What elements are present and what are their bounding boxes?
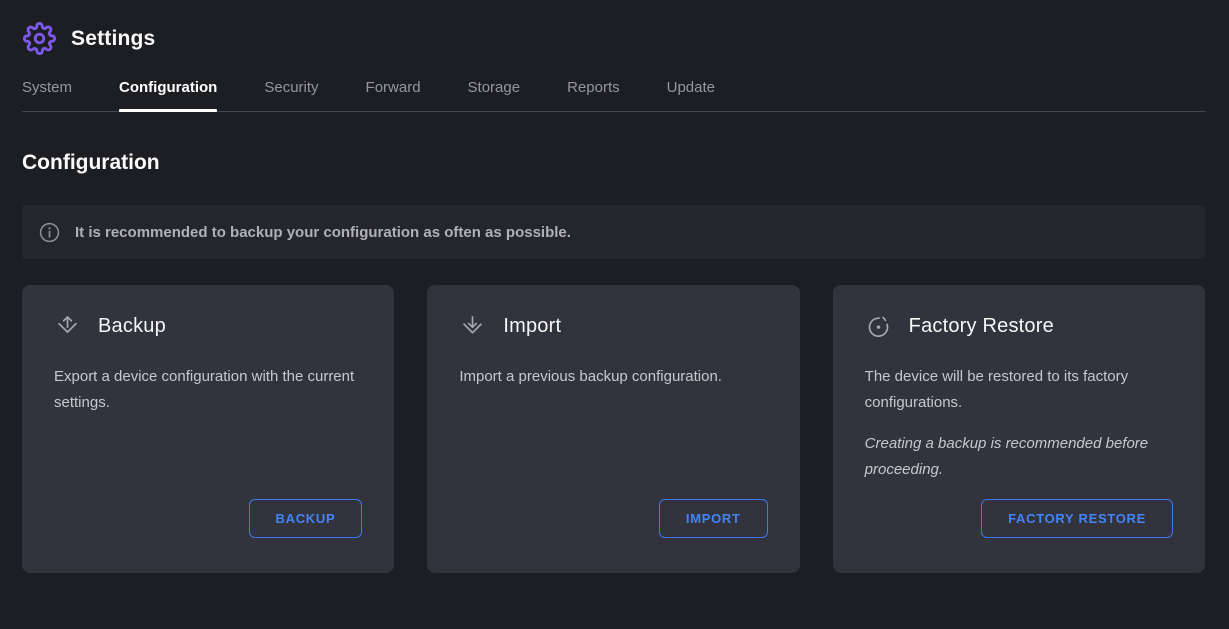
settings-gear-icon [22, 22, 56, 56]
import-card: Import Import a previous backup configur… [427, 285, 799, 573]
app-header: Settings [0, 0, 1229, 62]
page-title: Settings [71, 27, 155, 51]
factory-restore-button[interactable]: FACTORY RESTORE [981, 499, 1173, 538]
info-icon [38, 221, 61, 244]
factory-restore-card: Factory Restore The device will be resto… [833, 285, 1205, 573]
backup-button[interactable]: BACKUP [249, 499, 363, 538]
tab-forward[interactable]: Forward [366, 79, 421, 111]
upload-icon [54, 313, 81, 340]
tab-update[interactable]: Update [667, 79, 715, 111]
tab-system[interactable]: System [22, 79, 72, 111]
tab-configuration[interactable]: Configuration [119, 79, 217, 111]
banner-text: It is recommended to backup your configu… [75, 224, 571, 241]
section-title: Configuration [22, 151, 1205, 175]
card-description: Export a device configuration with the c… [54, 364, 362, 417]
import-button[interactable]: IMPORT [659, 499, 768, 538]
tab-storage[interactable]: Storage [468, 79, 521, 111]
tab-reports[interactable]: Reports [567, 79, 620, 111]
backup-card: Backup Export a device configuration wit… [22, 285, 394, 573]
card-title: Factory Restore [909, 315, 1054, 338]
card-warning-note: Creating a backup is recommended before … [865, 431, 1173, 484]
download-icon [459, 313, 486, 340]
restore-icon [865, 313, 892, 340]
tab-security[interactable]: Security [264, 79, 318, 111]
card-title: Backup [98, 315, 166, 338]
tab-bar: System Configuration Security Forward St… [22, 79, 1205, 112]
card-description: The device will be restored to its facto… [865, 364, 1173, 417]
card-description: Import a previous backup configuration. [459, 364, 767, 390]
card-title: Import [503, 315, 561, 338]
info-banner: It is recommended to backup your configu… [22, 205, 1205, 259]
card-grid: Backup Export a device configuration wit… [22, 285, 1205, 573]
